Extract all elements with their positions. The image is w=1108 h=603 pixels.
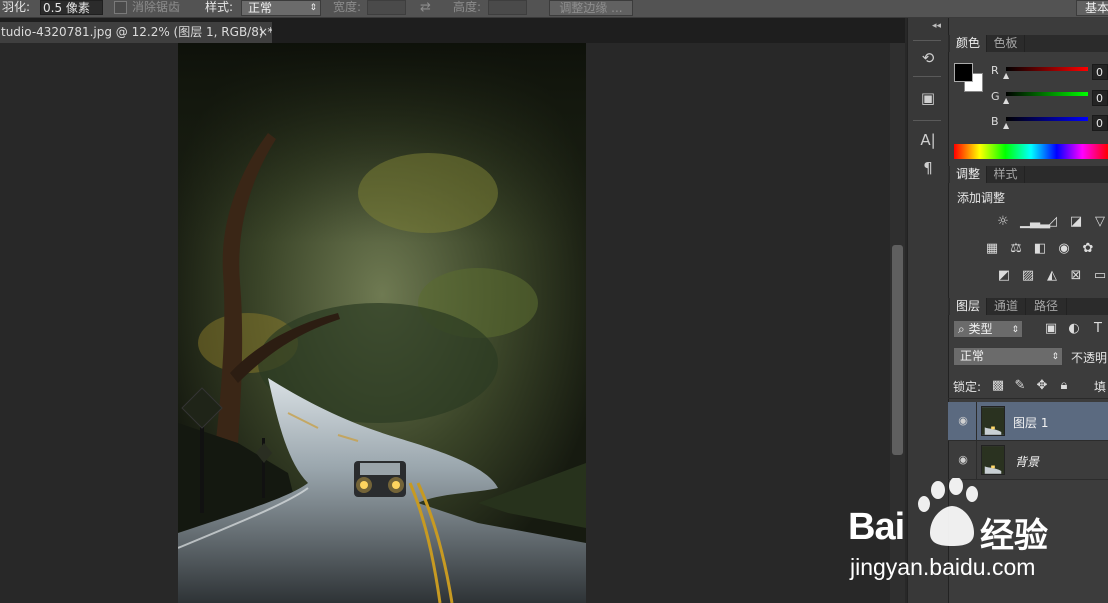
exposure-icon[interactable]: ◪ (1068, 215, 1084, 229)
layer-row-1[interactable]: ◉ 图层 1 (948, 402, 1108, 441)
document-title: tudio-4320781.jpg @ 12.2% (图层 1, RGB/8) … (1, 25, 272, 39)
vibrance-icon[interactable]: ▽ (1092, 215, 1108, 229)
filter-adjustment-icon[interactable]: ◐ (1066, 322, 1082, 336)
posterize-icon[interactable]: ▨ (1020, 269, 1036, 283)
select-arrows-icon: ⇕ (309, 3, 317, 13)
strip-divider (913, 76, 941, 77)
lock-paint-icon[interactable]: ✎ (1012, 379, 1028, 393)
height-label: 高度: (453, 0, 482, 14)
brightness-icon[interactable]: ☼ (995, 215, 1011, 229)
hue-saturation-icon[interactable]: ▦ (984, 242, 1000, 256)
style-label: 样式: (205, 0, 234, 14)
style-select-value: 正常 (248, 1, 273, 15)
layer-name[interactable]: 背景 (1015, 453, 1039, 470)
layer-divider (976, 441, 977, 479)
strip-divider (913, 120, 941, 121)
color-spectrum-bar[interactable] (954, 144, 1108, 159)
lock-all-icon[interactable]: 🔒︎ (1056, 379, 1072, 393)
watermark-suffix: 经验 (980, 516, 1048, 556)
tab-styles[interactable]: 样式 (987, 166, 1025, 183)
style-select[interactable]: 正常 ⇕ (241, 0, 321, 16)
baidu-watermark: Bai 经验 jingyan.baidu.com (848, 478, 1108, 603)
slider-handle-icon[interactable]: ▲ (1003, 71, 1009, 80)
search-icon: ⌕ (958, 322, 969, 336)
filter-pixel-icon[interactable]: ▣ (1043, 322, 1059, 336)
scrollbar-thumb[interactable] (892, 245, 903, 455)
watermark-url: jingyan.baidu.com (850, 554, 1036, 580)
antialias-label: 消除锯齿 (132, 0, 181, 14)
channel-r-slider[interactable] (1006, 67, 1088, 71)
close-icon[interactable]: × (258, 22, 268, 43)
blend-mode-select[interactable]: 正常 ⇕ (953, 347, 1063, 366)
document-tab[interactable]: tudio-4320781.jpg @ 12.2% (图层 1, RGB/8) … (0, 22, 272, 43)
channel-b-slider[interactable] (1006, 117, 1088, 121)
layer-name[interactable]: 图层 1 (1013, 414, 1048, 431)
paragraph-icon[interactable]: ¶ (917, 157, 939, 179)
collapse-icon[interactable]: ◂◂ (932, 21, 941, 31)
tab-color[interactable]: 颜色 (950, 35, 987, 52)
lock-label: 锁定: (953, 380, 982, 394)
opacity-label: 不透明 (1071, 351, 1108, 365)
document-image[interactable] (178, 43, 586, 603)
photo-filter-icon[interactable]: ◉ (1056, 242, 1072, 256)
invert-icon[interactable]: ◩ (996, 269, 1012, 283)
visibility-eye-icon[interactable]: ◉ (956, 415, 970, 426)
character-icon[interactable]: A| (917, 129, 939, 151)
tab-paths[interactable]: 路径 (1026, 298, 1067, 315)
tab-channels[interactable]: 通道 (987, 298, 1026, 315)
layer-row-background[interactable]: ◉ 背景 (948, 441, 1108, 480)
channel-b-label: B (991, 115, 999, 128)
channel-mixer-icon[interactable]: ✿ (1080, 242, 1096, 256)
tab-swatches[interactable]: 色板 (987, 35, 1025, 52)
levels-icon[interactable]: ▁▃▂ (1020, 215, 1050, 229)
channel-g-label: G (991, 90, 1000, 103)
layer-divider (976, 402, 977, 440)
layer-thumbnail (981, 406, 1005, 436)
channel-b-value[interactable]: 0 (1092, 115, 1108, 131)
slider-handle-icon[interactable]: ▲ (1003, 121, 1009, 130)
select-arrows-icon: ⇕ (1011, 325, 1019, 335)
layer-filter-value: 类型 (968, 322, 993, 336)
width-input[interactable] (367, 0, 406, 15)
gradient-map-icon[interactable]: ▭ (1092, 269, 1108, 283)
height-input[interactable] (488, 0, 527, 15)
watermark-brand: Bai (848, 506, 905, 548)
channel-g-slider[interactable] (1006, 92, 1088, 96)
fill-label: 填 (1094, 380, 1107, 394)
filter-type-icon[interactable]: T (1090, 322, 1106, 336)
tab-adjustments[interactable]: 调整 (950, 166, 987, 183)
lock-position-icon[interactable]: ✥ (1034, 379, 1050, 393)
blend-mode-value: 正常 (960, 349, 985, 363)
strip-divider (913, 40, 941, 41)
channel-g-value[interactable]: 0 (1092, 90, 1108, 106)
tab-layers[interactable]: 图层 (950, 298, 987, 315)
layers-divider (948, 398, 1108, 399)
slider-handle-icon[interactable]: ▲ (1003, 96, 1009, 105)
adjustments-title: 添加调整 (957, 191, 1006, 205)
visibility-eye-icon[interactable]: ◉ (956, 454, 970, 465)
workspace-button[interactable]: 基本 (1076, 0, 1108, 16)
threshold-icon[interactable]: ◭ (1044, 269, 1060, 283)
curves-icon[interactable]: ◿ (1044, 215, 1060, 229)
refine-edge-button[interactable]: 调整边缘 ... (549, 0, 633, 16)
layer-filter-select[interactable]: ⌕ 类型 ⇕ (953, 320, 1023, 338)
layer-thumbnail (981, 445, 1005, 475)
feather-input[interactable]: 0.5 像素 (40, 0, 103, 15)
feather-label: 羽化: (2, 0, 31, 14)
width-label: 宽度: (333, 0, 362, 14)
color-balance-icon[interactable]: ⚖ (1008, 242, 1024, 256)
selective-color-icon[interactable]: ⊠ (1068, 269, 1084, 283)
select-arrows-icon: ⇕ (1051, 352, 1059, 362)
channel-r-label: R (991, 64, 999, 77)
history-icon[interactable]: ⟲ (917, 47, 939, 69)
swap-icon[interactable]: ⇄ (420, 0, 431, 17)
antialias-checkbox[interactable] (114, 1, 127, 14)
black-white-icon[interactable]: ◧ (1032, 242, 1048, 256)
lock-transparency-icon[interactable]: ▩ (990, 379, 1006, 393)
foreground-color-swatch[interactable] (954, 63, 973, 82)
channel-r-value[interactable]: 0 (1092, 64, 1108, 80)
properties-icon[interactable]: ▣ (917, 87, 939, 109)
